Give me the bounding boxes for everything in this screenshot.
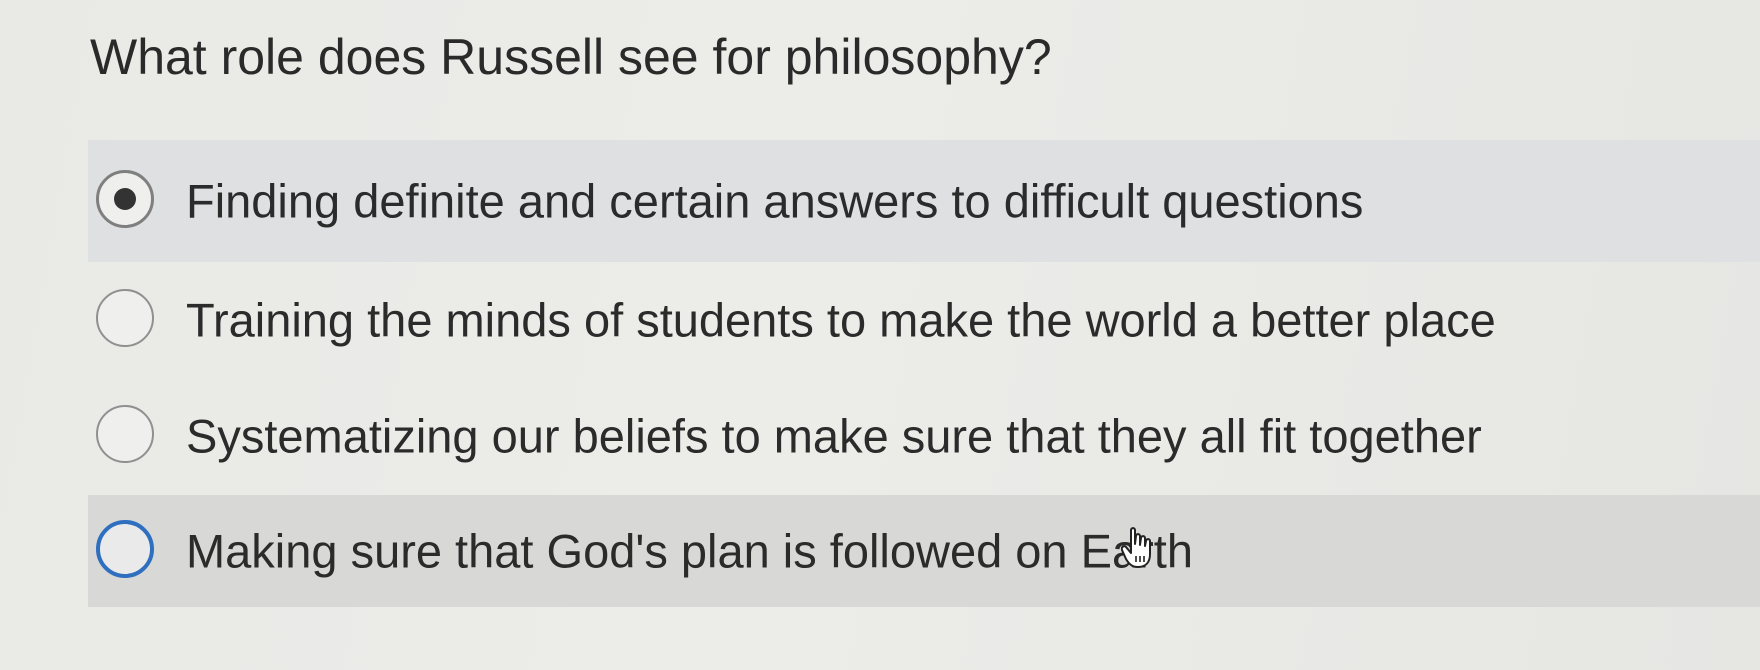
hand-pointer-icon — [1121, 527, 1151, 568]
answer-option-4[interactable]: Making sure that God's plan is followed … — [88, 495, 1760, 607]
radio-button-focused[interactable] — [96, 520, 154, 578]
answer-label: Finding definite and certain answers to … — [186, 174, 1364, 228]
radio-button[interactable] — [96, 405, 154, 463]
question-text: What role does Russell see for philosoph… — [90, 29, 1052, 85]
answer-options: Finding definite and certain answers to … — [88, 140, 1760, 607]
answer-option-2[interactable]: Training the minds of students to make t… — [88, 262, 1760, 378]
answer-label: Making sure that God's plan is followed … — [186, 524, 1193, 578]
radio-button-selected[interactable] — [96, 170, 154, 228]
answer-option-1[interactable]: Finding definite and certain answers to … — [88, 140, 1760, 262]
radio-dot — [114, 188, 136, 210]
answer-label: Training the minds of students to make t… — [186, 293, 1496, 347]
radio-button[interactable] — [96, 289, 154, 347]
answer-option-3[interactable]: Systematizing our beliefs to make sure t… — [88, 378, 1760, 494]
answer-label: Systematizing our beliefs to make sure t… — [186, 409, 1482, 463]
